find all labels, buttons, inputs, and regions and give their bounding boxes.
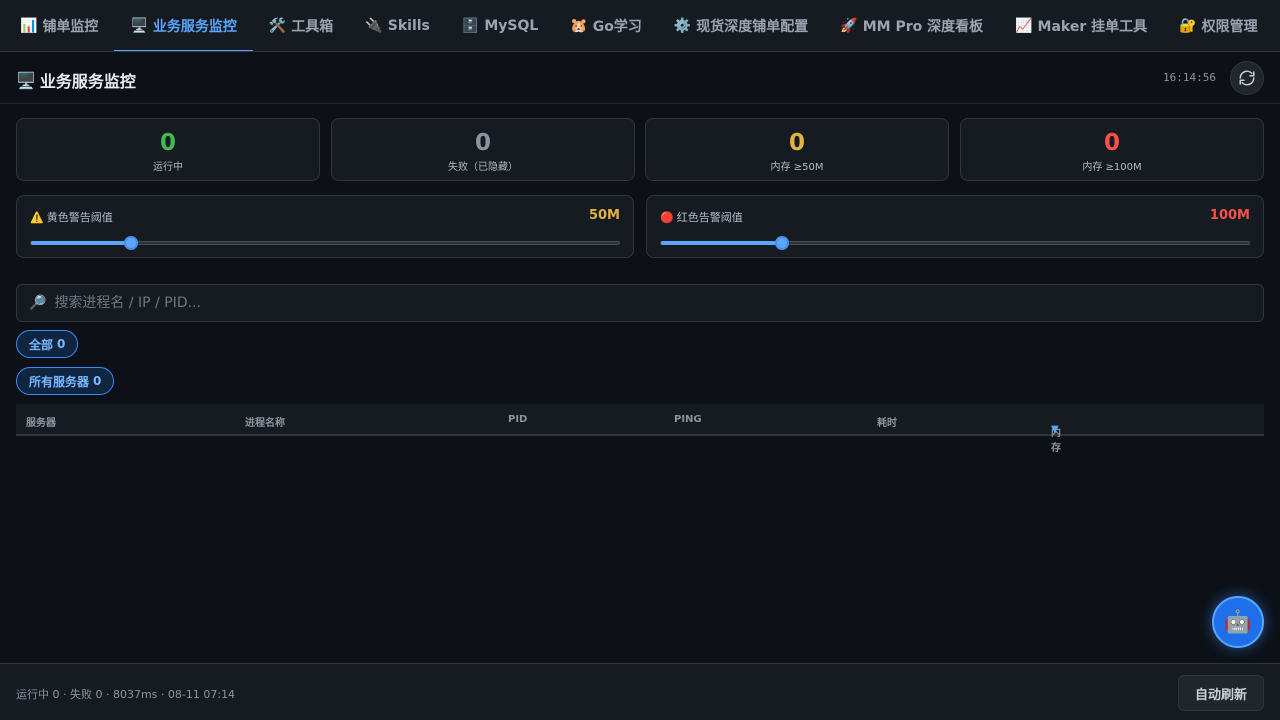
stat-card-mem-50: 0 内存 ≥50M xyxy=(645,118,949,181)
database-icon: 🗄️ xyxy=(461,17,480,34)
tab-label: Go学习 xyxy=(592,18,642,35)
last-updated-time: 16:14:56 xyxy=(1163,71,1216,84)
red-threshold-label: 🔴 红色告警阈值 xyxy=(660,209,743,225)
trend-chart-icon: 📈 xyxy=(1015,17,1033,34)
tab-service-monitor[interactable]: 🖥️ 业务服务监控 xyxy=(114,0,254,51)
monitor-icon: 🖥️ xyxy=(130,17,148,34)
auto-refresh-button[interactable]: 自动刷新 xyxy=(1177,675,1264,711)
stat-value: 0 xyxy=(159,130,176,156)
process-table-header: 服务器 进程名称 PID PING 耗时 内存 ▼ xyxy=(16,404,1264,454)
stat-card-failed: 0 失败（已隐藏） xyxy=(331,118,635,181)
column-header-ping[interactable]: PING xyxy=(674,414,702,425)
search-icon: 🔎 xyxy=(29,295,47,311)
red-threshold-slider[interactable] xyxy=(660,236,1250,250)
tab-label: 工具箱 xyxy=(291,18,334,35)
status-footer: 运行中 0 · 失败 0 · 8037ms · 08-11 07:14 自动刷新 xyxy=(0,663,1280,720)
stat-value: 0 xyxy=(1103,130,1120,156)
monitor-icon: 🖥️ xyxy=(16,70,36,90)
rocket-icon: 🚀 xyxy=(840,17,858,34)
refresh-icon xyxy=(1239,70,1255,86)
status-filter-all[interactable]: 全部 0 xyxy=(16,330,79,358)
column-header-process-name[interactable]: 进程名称 xyxy=(245,414,285,429)
tab-label: Skills xyxy=(387,17,430,34)
tab-label: Maker 挂单工具 xyxy=(1037,18,1148,35)
filter-count: 0 xyxy=(93,374,102,388)
filter-label: 全部 xyxy=(29,337,54,352)
hamster-icon: 🐹 xyxy=(570,17,588,34)
page-title-text: 业务服务监控 xyxy=(39,72,136,91)
stat-value: 0 xyxy=(474,130,491,156)
stat-card-running: 0 运行中 xyxy=(16,118,320,181)
tab-go-learning[interactable]: 🐹 Go学习 xyxy=(554,0,658,51)
stat-label: 失败（已隐藏） xyxy=(448,162,518,173)
red-threshold-panel: 🔴 红色告警阈值 100M xyxy=(646,195,1264,258)
top-nav-tabs: 📊 铺单监控 🖥️ 业务服务监控 🛠️ 工具箱 🔌 Skills 🗄️ MySQL 🐹 Go… xyxy=(0,0,1280,52)
assistant-fab[interactable]: 🤖 xyxy=(1212,596,1264,648)
slider-handle[interactable] xyxy=(123,236,138,250)
filter-count: 0 xyxy=(57,337,66,351)
yellow-threshold-label: ⚠️ 黄色警告阈值 xyxy=(30,209,113,225)
tab-permissions[interactable]: 🔐 权限管理 xyxy=(1163,0,1273,51)
warning-icon: ⚠️ xyxy=(30,210,44,224)
stat-label: 内存 ≥50M xyxy=(770,162,824,173)
yellow-threshold-panel: ⚠️ 黄色警告阈值 50M xyxy=(16,195,634,258)
stat-value: 0 xyxy=(788,130,805,156)
red-threshold-value: 100M xyxy=(1209,208,1250,223)
filter-label: 所有服务器 xyxy=(29,374,90,389)
search-input[interactable] xyxy=(54,295,1263,311)
footer-status-text: 运行中 0 · 失败 0 · 8037ms · 08-11 07:14 xyxy=(16,688,236,701)
auto-refresh-label: 自动刷新 xyxy=(1194,687,1247,703)
yellow-threshold-value: 50M xyxy=(588,208,620,223)
column-header-server[interactable]: 服务器 xyxy=(26,414,56,429)
tab-label: MySQL xyxy=(484,17,539,34)
tab-label: MM Pro 深度看板 xyxy=(862,18,984,35)
plug-icon: 🔌 xyxy=(365,17,383,34)
red-threshold-text: 红色告警阈值 xyxy=(676,211,743,224)
refresh-button[interactable] xyxy=(1230,61,1264,95)
robot-icon: 🤖 xyxy=(1224,609,1252,635)
slider-fill xyxy=(661,241,782,245)
tab-label: 权限管理 xyxy=(1201,18,1258,35)
stat-label: 内存 ≥100M xyxy=(1082,162,1142,173)
tab-maker-tool[interactable]: 📈 Maker 挂单工具 xyxy=(999,0,1163,51)
slider-handle[interactable] xyxy=(774,236,789,250)
bar-chart-icon: 📊 xyxy=(20,17,38,34)
tab-skills[interactable]: 🔌 Skills xyxy=(349,0,446,51)
tab-mm-pro-dashboard[interactable]: 🚀 MM Pro 深度看板 xyxy=(824,0,999,51)
slider-fill xyxy=(31,241,131,245)
lock-icon: 🔐 xyxy=(1179,17,1197,34)
page-title: 🖥️ 业务服务监控 xyxy=(16,68,136,92)
search-box: 🔎 xyxy=(16,284,1264,322)
tab-spot-depth-config[interactable]: ⚙️ 现货深度铺单配置 xyxy=(658,0,824,51)
stat-label: 运行中 xyxy=(153,162,183,173)
tab-label: 业务服务监控 xyxy=(152,18,237,35)
sort-desc-icon: ▼ xyxy=(1051,424,1059,435)
tab-pudan-monitor[interactable]: 📊 铺单监控 xyxy=(4,0,114,51)
column-header-pid[interactable]: PID xyxy=(508,414,527,425)
stat-card-mem-100: 0 内存 ≥100M xyxy=(960,118,1264,181)
gear-icon: ⚙️ xyxy=(673,17,692,34)
red-circle-icon: 🔴 xyxy=(660,210,674,224)
server-filter-all[interactable]: 所有服务器 0 xyxy=(16,367,115,395)
tab-label: 铺单监控 xyxy=(42,18,99,35)
tab-mysql[interactable]: 🗄️ MySQL xyxy=(446,0,554,51)
page-header: 🖥️ 业务服务监控 16:14:56 xyxy=(0,52,1280,104)
column-header-duration[interactable]: 耗时 xyxy=(877,414,897,429)
tab-toolbox[interactable]: 🛠️ 工具箱 xyxy=(253,0,349,51)
yellow-threshold-slider[interactable] xyxy=(30,236,620,250)
tab-label: 现货深度铺单配置 xyxy=(696,18,809,35)
tools-icon: 🛠️ xyxy=(268,17,287,34)
yellow-threshold-text: 黄色警告阈值 xyxy=(46,211,113,224)
